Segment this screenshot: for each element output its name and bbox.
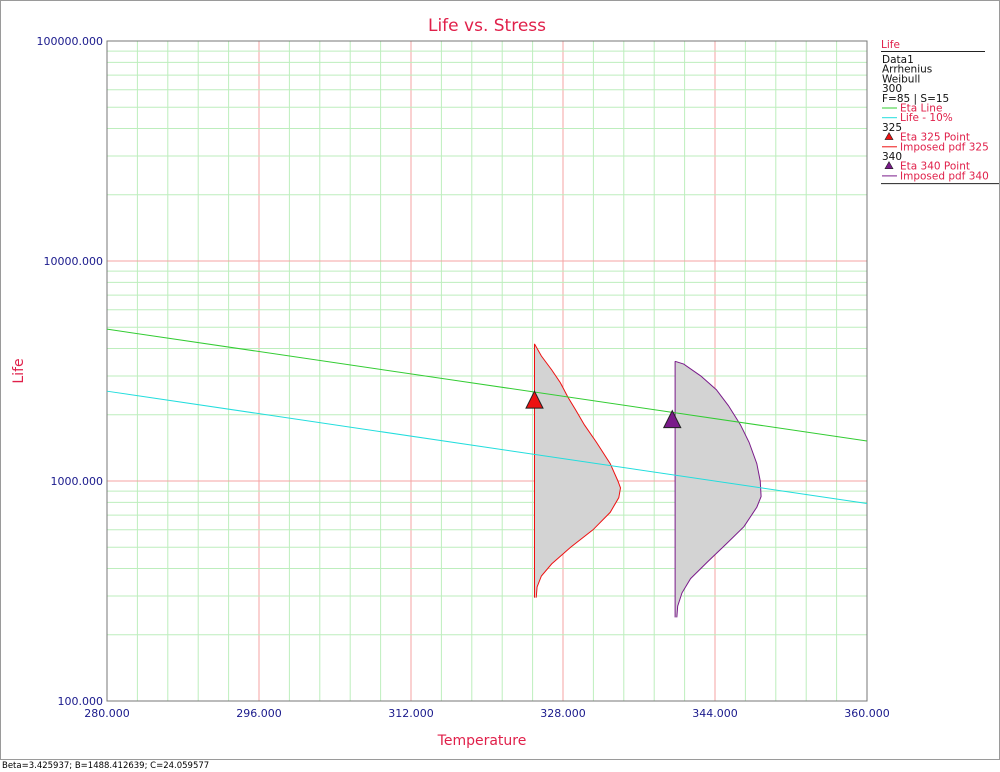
x-tick-label: 344.000: [692, 707, 738, 720]
y-tick-label: 1000.000: [51, 475, 104, 488]
legend-label: Life - 10%: [900, 112, 953, 124]
legend-title: Life: [881, 39, 900, 51]
x-axis-label: Temperature: [437, 733, 527, 749]
x-tick-label: 360.000: [844, 707, 890, 720]
y-tick-label: 100.000: [58, 695, 104, 708]
x-tick-label: 296.000: [236, 707, 282, 720]
y-tick-label: 10000.000: [44, 255, 104, 268]
chart-title: Life vs. Stress: [428, 16, 546, 36]
status-parameters: Beta=3.425937; B=1488.412639; C=24.05957…: [2, 761, 210, 771]
grid-lines: [107, 41, 867, 701]
x-tick-label: 312.000: [388, 707, 434, 720]
pdf-fill-325: [534, 343, 621, 598]
life-10-percent-line: [106, 390, 868, 505]
eta-line: [106, 328, 868, 442]
life-vs-stress-chart: Life vs. Stress 280.000 296.000 312.000 328.…: [11, 16, 999, 749]
status-bar: Beta=3.425937; B=1488.412639; C=24.05957…: [0, 759, 1000, 771]
x-tick-label: 280.000: [84, 707, 130, 720]
pdf-fill-340: [675, 361, 762, 618]
y-axis-label: Life: [11, 358, 27, 383]
y-tick-label: 100000.000: [37, 35, 103, 48]
x-tick-label: 328.000: [540, 707, 586, 720]
plot-area-border: [106, 40, 868, 702]
legend-label: Imposed pdf 340: [900, 170, 989, 182]
legend-label: Imposed pdf 325: [900, 141, 989, 153]
legend: LifeData1ArrheniusWeibull300F=85 | S=15E…: [881, 39, 999, 185]
